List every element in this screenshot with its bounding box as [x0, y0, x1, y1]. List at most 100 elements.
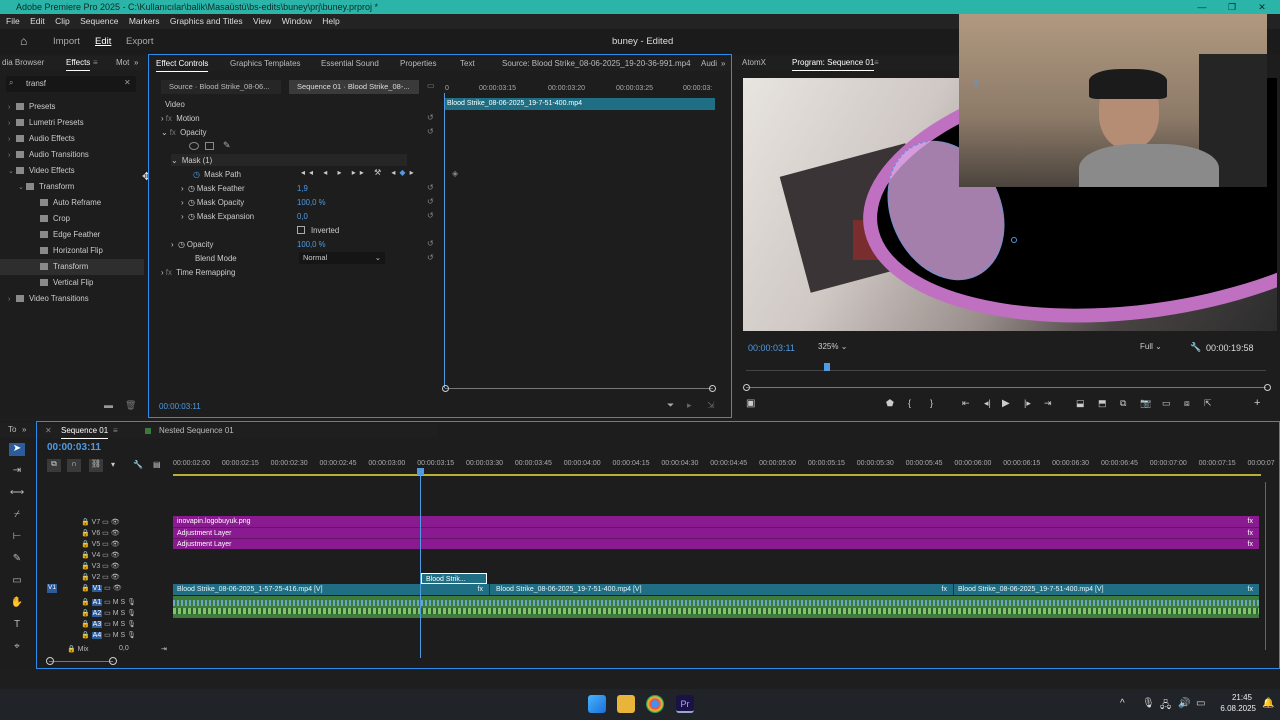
- menu-icon[interactable]: ≡: [93, 56, 98, 70]
- rectangle-mask-icon[interactable]: [205, 142, 214, 150]
- chevron-right-icon[interactable]: »: [22, 423, 26, 437]
- tab-audio[interactable]: Audi: [701, 57, 717, 71]
- menu-view[interactable]: View: [253, 16, 271, 26]
- tab-tools[interactable]: To: [8, 423, 16, 437]
- tree-item-video-transitions[interactable]: › Video Transitions: [8, 291, 144, 307]
- quality-select[interactable]: Full ⌄: [1140, 342, 1162, 351]
- tree-item-edge-feather[interactable]: Edge Feather: [8, 227, 144, 243]
- search-box[interactable]: ⌕ transf ✕: [6, 76, 136, 92]
- vr-icon[interactable]: ▭: [1162, 398, 1171, 409]
- clock-date[interactable]: 6.08.2025: [1212, 704, 1256, 713]
- mark-in-icon[interactable]: {: [908, 398, 911, 408]
- chevron-up-icon[interactable]: ^: [1120, 698, 1125, 709]
- tree-item-transform-folder[interactable]: ⌄ Transform: [8, 179, 144, 195]
- extract-icon[interactable]: ⬒: [1098, 398, 1107, 409]
- sequence-clip-tab[interactable]: Sequence 01 · Blood Strike_08-...: [289, 80, 419, 94]
- reset-icon[interactable]: ↺: [427, 197, 434, 206]
- import-tab[interactable]: Import: [53, 29, 80, 54]
- zoom-select[interactable]: 325% ⌄: [818, 342, 847, 351]
- step-back-icon[interactable]: ◂|: [984, 398, 991, 409]
- pen-tool-icon[interactable]: ✎: [9, 553, 25, 566]
- reset-icon[interactable]: ↺: [427, 183, 434, 192]
- tab-graphics-templates[interactable]: Graphics Templates: [230, 57, 301, 71]
- mask-opacity-value[interactable]: 100,0 %: [297, 196, 326, 209]
- new-bin-icon[interactable]: ▬: [104, 400, 113, 410]
- volume-icon[interactable]: 🔊: [1178, 698, 1190, 709]
- mask-feather-value[interactable]: 1,9: [297, 182, 308, 195]
- track-v5-header[interactable]: 🔒 V5 ▭ 👁: [81, 540, 120, 548]
- ec-time-remap-row[interactable]: › fx Time Remapping: [161, 266, 235, 279]
- track-v2-header[interactable]: 🔒 V2 ▭ 👁: [81, 573, 120, 581]
- go-to-out-icon[interactable]: ⇥: [1044, 398, 1052, 409]
- file-explorer-icon[interactable]: [617, 695, 635, 713]
- tree-item-audio-transitions[interactable]: › Audio Transitions: [8, 147, 144, 163]
- timeline-playhead[interactable]: [420, 470, 421, 658]
- ec-timecode[interactable]: 00:00:03:11: [159, 402, 201, 411]
- track-select-icon[interactable]: ⇥: [9, 465, 25, 478]
- ec-mask-expansion-row[interactable]: › ◷ Mask Expansion: [181, 210, 254, 223]
- camera-icon[interactable]: 📷: [1140, 398, 1151, 409]
- menu-icon[interactable]: ≡: [874, 56, 879, 70]
- tree-item-crop[interactable]: Crop: [8, 211, 144, 227]
- caption-tool-icon[interactable]: ⌖: [9, 641, 25, 654]
- ec-playhead[interactable]: [444, 93, 445, 388]
- selection-tool-icon[interactable]: ➤: [9, 443, 25, 456]
- chevron-right-icon[interactable]: »: [134, 56, 138, 70]
- marker-icon[interactable]: ⬟: [886, 398, 894, 409]
- ec-opacity-row[interactable]: ⌄ fx Opacity: [161, 126, 207, 139]
- reset-icon[interactable]: ↺: [427, 253, 434, 262]
- track-a1-header[interactable]: 🔒 A1 ▭ M S 🎙: [81, 598, 136, 606]
- multicam-icon[interactable]: ⧈: [1184, 398, 1190, 409]
- tab-effect-controls[interactable]: Effect Controls: [156, 57, 209, 72]
- timeline-zoom-bar[interactable]: [49, 661, 113, 662]
- close-icon[interactable]: ✕: [1248, 0, 1276, 14]
- export-frame-icon[interactable]: ⇱: [1204, 398, 1212, 409]
- battery-icon[interactable]: ▭: [1196, 698, 1205, 709]
- track-v3-header[interactable]: 🔒 V3 ▭ 👁: [81, 562, 120, 570]
- razor-tool-icon[interactable]: ⌿: [9, 509, 25, 522]
- menu-graphics[interactable]: Graphics and Titles: [170, 16, 243, 26]
- menu-icon[interactable]: ≡: [113, 424, 118, 438]
- track-v7-header[interactable]: 🔒 V7 ▭ 👁: [81, 518, 120, 526]
- network-icon[interactable]: 🖧: [1160, 698, 1171, 715]
- ec-motion-row[interactable]: › fx Motion: [161, 112, 200, 125]
- windows-start-icon[interactable]: [588, 695, 606, 713]
- settings-icon[interactable]: 🔧: [133, 460, 143, 469]
- tree-item-auto-reframe[interactable]: Auto Reframe: [8, 195, 144, 211]
- menu-clip[interactable]: Clip: [55, 16, 70, 26]
- ec-opacity2-row[interactable]: › ◷ Opacity: [171, 238, 213, 251]
- panel-toggle-icon[interactable]: ▭: [427, 81, 435, 90]
- menu-window[interactable]: Window: [282, 16, 312, 26]
- play-audio-icon[interactable]: ▸: [687, 400, 692, 411]
- reset-icon[interactable]: ↺: [427, 211, 434, 220]
- type-tool-icon[interactable]: T: [9, 619, 25, 632]
- hand-tool-icon[interactable]: ✋: [9, 597, 25, 610]
- tree-item-vertical-flip[interactable]: Vertical Flip: [8, 275, 144, 291]
- menu-sequence[interactable]: Sequence: [80, 16, 118, 26]
- tab-atomx[interactable]: AtomX: [742, 56, 766, 70]
- mask-track-controls[interactable]: ◂◂ ◂ ▸ ▸▸ ⚒ ◂◆▸: [301, 168, 418, 177]
- inverted-checkbox[interactable]: [297, 226, 305, 234]
- tab-source[interactable]: Source: Blood Strike_08-06-2025_19-20-36…: [502, 57, 691, 71]
- ec-ruler[interactable]: 0 00:00:03:15 00:00:03:20 00:00:03:25 00…: [445, 85, 717, 99]
- ec-mask-path-row[interactable]: ◷ Mask Path: [193, 168, 241, 181]
- search-input[interactable]: transf: [26, 79, 46, 88]
- clip-v6[interactable]: Adjustment Layer fx: [173, 527, 1259, 538]
- zoom-handle-right[interactable]: [1264, 384, 1271, 391]
- nest-icon[interactable]: ⧉: [47, 459, 61, 472]
- program-zoom-bar[interactable]: [746, 387, 1266, 388]
- zoom-handle-left[interactable]: [442, 385, 449, 392]
- tree-item-presets[interactable]: › Presets: [8, 99, 144, 115]
- tab-media-browser[interactable]: dia Browser: [2, 56, 44, 70]
- menu-edit[interactable]: Edit: [30, 16, 45, 26]
- menu-markers[interactable]: Markers: [129, 16, 160, 26]
- track-a2-header[interactable]: 🔒 A2 ▭ M S 🎙: [81, 609, 136, 617]
- linked-icon[interactable]: ⛓: [89, 459, 103, 472]
- clip-v1-b[interactable]: Blood Strike_08-06-2025_19-7-51-400.mp4 …: [489, 584, 953, 595]
- tree-item-transform[interactable]: Transform: [0, 259, 144, 275]
- tab-motion[interactable]: Mot: [116, 56, 129, 70]
- track-v1-header[interactable]: 🔒 V1 ▭ 👁: [81, 584, 122, 592]
- captions-icon[interactable]: ▤: [153, 460, 161, 469]
- clip-v7[interactable]: inovapin.logobuyuk.png fx: [173, 516, 1259, 527]
- clear-search-icon[interactable]: ✕: [124, 78, 131, 87]
